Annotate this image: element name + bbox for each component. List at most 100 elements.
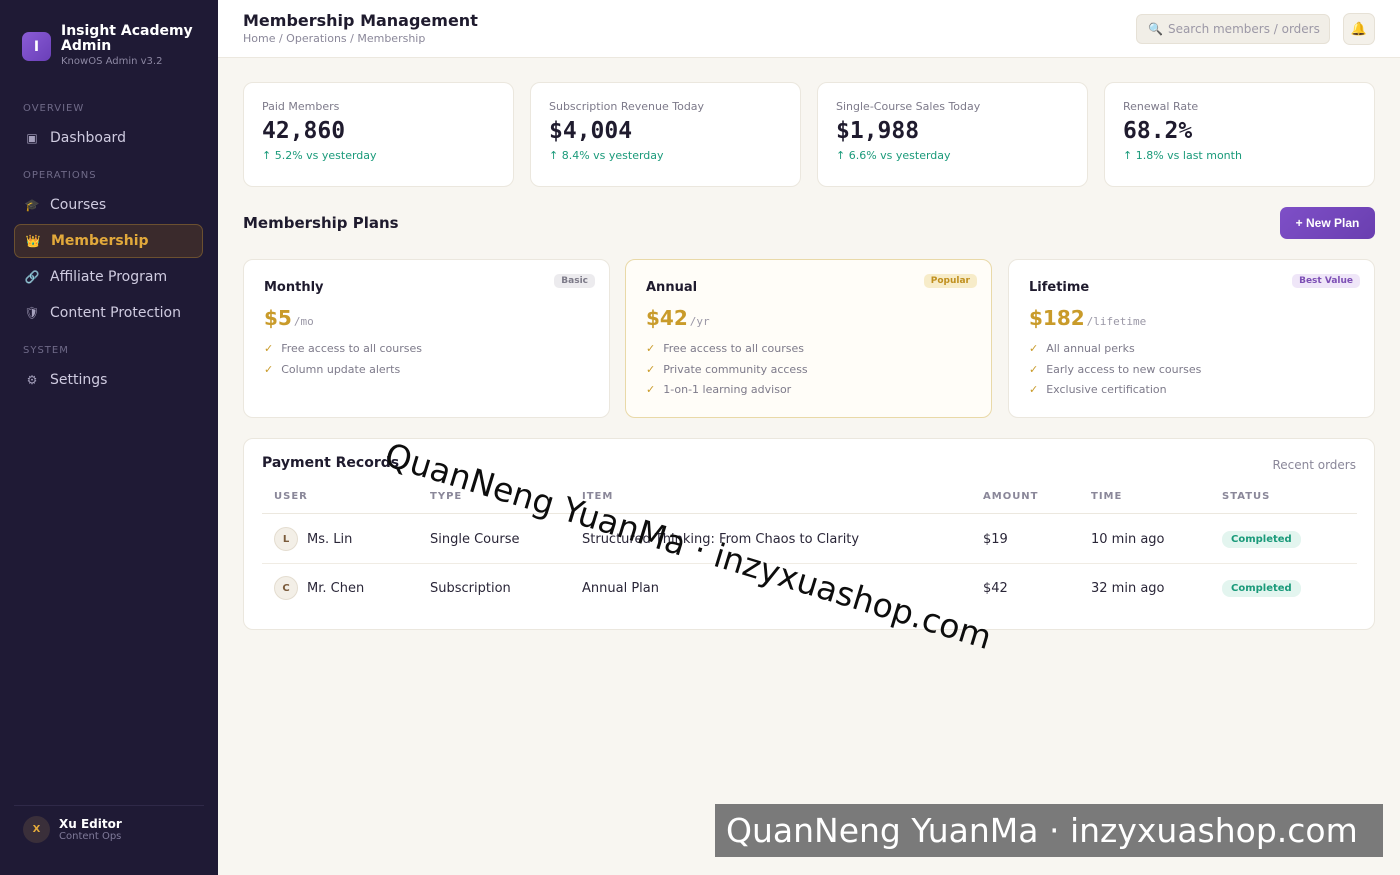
sidebar-item-courses[interactable]: 🎓 Courses [14, 188, 203, 222]
plan-badge: Best Value [1292, 274, 1360, 288]
plan-card-monthly[interactable]: Basic Monthly $5 /mo ✓ Free access to all… [243, 259, 610, 418]
current-user[interactable]: X Xu Editor Content Ops [23, 816, 122, 843]
nav-section-operations: OPERATIONS [23, 170, 97, 181]
watermark-bar: QuanNeng YuanMa · inzyxuashop.com [715, 804, 1383, 857]
plan-unit: /yr [689, 315, 710, 328]
plan-price: $5 /mo [264, 306, 589, 330]
plan-unit: /mo [293, 315, 314, 328]
cell-user: L Ms. Lin [274, 514, 352, 564]
sidebar-item-affiliate[interactable]: 🔗 Affiliate Program [14, 260, 203, 294]
plan-amount: $182 [1029, 306, 1085, 330]
link-icon: 🔗 [24, 270, 40, 284]
sidebar-item-content-protection[interactable]: 🛡 Content Protection [14, 296, 203, 330]
brand-version: KnowOS Admin v3.2 [61, 56, 163, 67]
stat-delta: ↑ 1.8% vs last month [1123, 149, 1242, 162]
notifications-button[interactable]: 🔔 [1343, 13, 1375, 45]
stat-label: Renewal Rate [1123, 100, 1199, 113]
check-icon: ✓ [646, 362, 656, 376]
sidebar-item-label: Courses [50, 197, 107, 213]
check-icon: ✓ [1029, 342, 1039, 355]
column-header-user[interactable]: USER [274, 491, 308, 502]
user-name: Ms. Lin [307, 531, 353, 547]
plan-card-lifetime[interactable]: Best Value Lifetime $182 /lifetime ✓ All … [1008, 259, 1375, 418]
plan-name: Monthly [264, 280, 324, 295]
sidebar-item-membership[interactable]: 👑 Membership [14, 224, 203, 258]
plan-feature: ✓ Free access to all courses [264, 339, 589, 360]
plan-features: ✓ All annual perks ✓ Early access to new c… [1029, 339, 1354, 401]
cell-time: 10 min ago [1091, 531, 1165, 547]
stat-value: 42,860 [262, 118, 346, 144]
stat-label: Single-Course Sales Today [836, 100, 981, 113]
cell-type: Subscription [430, 580, 511, 596]
brand-name: Insight Academy Admin [61, 23, 193, 54]
plan-amount: $5 [264, 306, 292, 330]
plan-feature: ✓ Early access to new courses [1029, 360, 1354, 381]
check-icon: ✓ [646, 342, 656, 355]
plan-features: ✓ Free access to all courses ✓ Private com… [646, 339, 971, 401]
plan-features: ✓ Free access to all courses ✓ Column upda… [264, 339, 589, 380]
user-name: Xu Editor [59, 817, 122, 831]
plan-amount: $42 [646, 306, 688, 330]
avatar: C [274, 576, 298, 600]
cell-type: Single Course [430, 531, 520, 547]
stat-delta: ↑ 8.4% vs yesterday [549, 149, 664, 162]
plan-price: $182 /lifetime [1029, 306, 1354, 330]
status-badge: Completed [1222, 530, 1301, 548]
stat-card-subscription-revenue: Subscription Revenue Today $4,004 ↑ 8.4%… [530, 82, 801, 187]
brand-logo: I [22, 32, 51, 61]
sidebar-item-label: Settings [50, 372, 108, 388]
sidebar-item-label: Content Protection [50, 305, 181, 321]
sidebar-item-label: Affiliate Program [50, 269, 168, 285]
breadcrumb[interactable]: Home / Operations / Membership [243, 32, 425, 45]
cell-amount: $42 [983, 580, 1008, 596]
user-role: Content Ops [59, 831, 122, 842]
plan-badge: Popular [923, 274, 977, 288]
search-box[interactable]: 🔍 [1136, 14, 1330, 44]
plan-feature: ✓ Exclusive certification [1029, 380, 1354, 401]
table-row[interactable]: L Ms. Lin Single Course Structured Think… [262, 514, 1357, 564]
plan-feature: ✓ Column update alerts [264, 360, 589, 381]
check-icon: ✓ [1029, 362, 1039, 376]
stat-value: 68.2% [1123, 118, 1193, 144]
avatar: X [23, 816, 50, 843]
sidebar-item-dashboard[interactable]: ▣ Dashboard [14, 121, 203, 155]
plan-price: $42 /yr [646, 306, 971, 330]
user-name: Mr. Chen [307, 580, 365, 596]
column-header-status[interactable]: STATUS [1222, 491, 1270, 502]
new-plan-button[interactable]: + New Plan [1280, 207, 1375, 239]
search-icon: 🔍 [1148, 22, 1163, 36]
records-subtitle: Recent orders [1272, 458, 1356, 472]
plan-feature: ✓ Private community access [646, 360, 971, 381]
plan-feature: ✓ All annual perks [1029, 339, 1354, 360]
brand[interactable]: I Insight Academy Admin KnowOS Admin v3.… [22, 24, 201, 67]
column-header-amount[interactable]: AMOUNT [983, 491, 1039, 502]
nav-section-overview: OVERVIEW [23, 103, 85, 114]
cell-status: Completed [1222, 514, 1301, 564]
stat-delta: ↑ 6.6% vs yesterday [836, 149, 951, 162]
plan-card-annual[interactable]: Popular Annual $42 /yr ✓ Free access to a… [625, 259, 992, 418]
check-icon: ✓ [646, 383, 656, 396]
sidebar-item-label: Membership [51, 233, 149, 249]
sidebar-item-settings[interactable]: ⚙ Settings [14, 363, 203, 397]
gear-icon: ⚙ [26, 373, 38, 387]
nav-section-system: SYSTEM [23, 345, 69, 356]
search-input[interactable] [1167, 22, 1328, 36]
stat-label: Paid Members [262, 100, 340, 113]
sidebar: I Insight Academy Admin KnowOS Admin v3.… [0, 0, 218, 875]
check-icon: ✓ [264, 362, 274, 376]
cell-status: Completed [1222, 563, 1301, 613]
sidebar-divider [14, 805, 204, 806]
section-title-membership-plans: Membership Plans [243, 214, 399, 232]
stat-card-renewal-rate: Renewal Rate 68.2% ↑ 1.8% vs last month [1104, 82, 1375, 187]
cell-item: Annual Plan [582, 580, 659, 596]
check-icon: ✓ [264, 342, 274, 355]
sidebar-item-label: Dashboard [50, 130, 126, 146]
dashboard-icon: ▣ [26, 131, 38, 145]
column-header-time[interactable]: TIME [1091, 491, 1122, 502]
stat-value: $1,988 [836, 118, 920, 144]
top-header: Membership Management Home / Operations … [218, 0, 1400, 58]
plan-badge: Basic [554, 274, 595, 288]
plan-name: Annual [646, 280, 698, 295]
plan-feature: ✓ 1-on-1 learning advisor [646, 380, 971, 401]
cell-time: 32 min ago [1091, 580, 1165, 596]
